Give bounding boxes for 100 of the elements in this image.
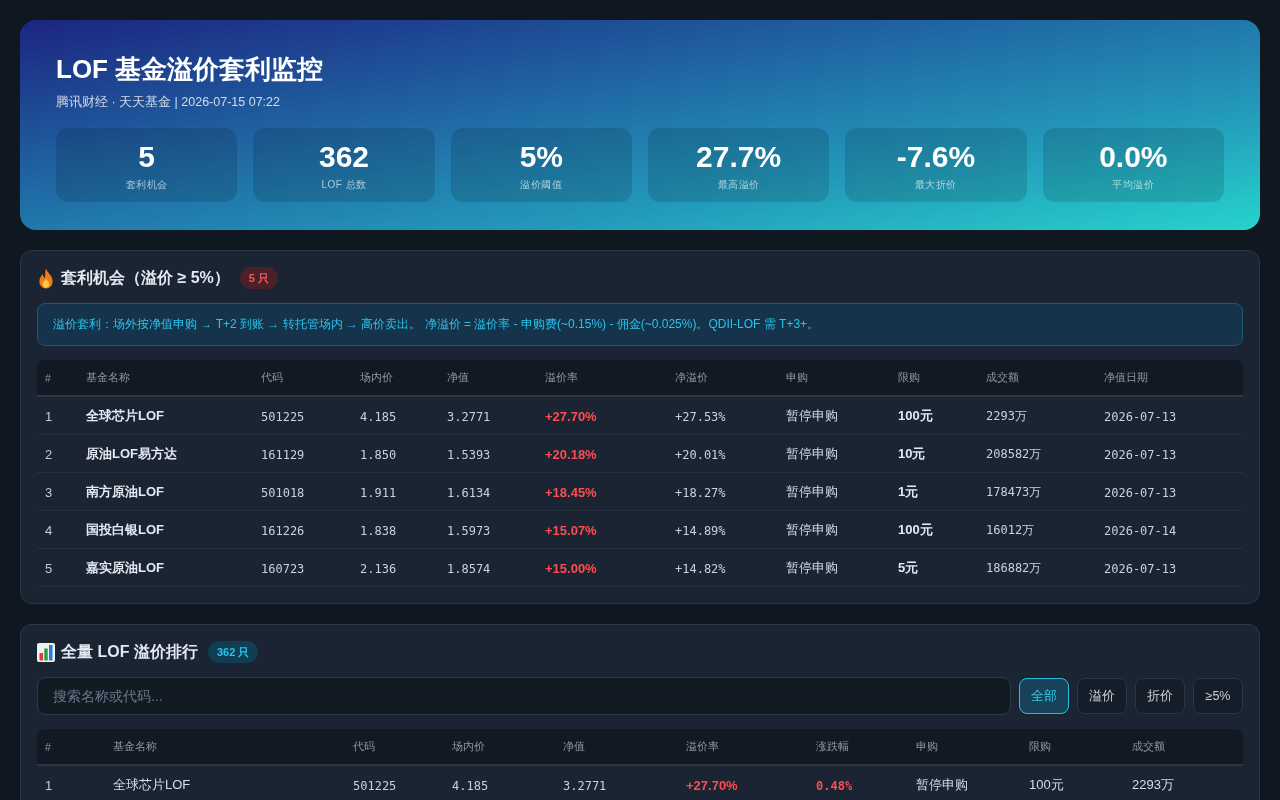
column-header: 代码 (353, 739, 375, 752)
table-cell: 全球芯片LOF (113, 777, 191, 792)
table-cell: 暂停申购 (786, 522, 838, 537)
column-header: 场内价 (360, 370, 393, 383)
column-header: 代码 (261, 370, 283, 383)
column-header: 场内价 (452, 739, 485, 752)
table-cell: +15.07% (545, 522, 597, 538)
table-cell: +27.70% (545, 408, 597, 424)
table-cell: 嘉实原油LOF (86, 560, 164, 575)
column-header: 基金名称 (86, 370, 130, 383)
table-cell: 3.2771 (563, 778, 607, 793)
page-subtitle: 腾讯财经 · 天天基金 | 2026-07-15 07:22 (56, 94, 281, 111)
table-cell: 501225 (353, 778, 397, 793)
column-header: 溢价率 (545, 370, 578, 383)
table-cell: 2293万 (1132, 777, 1174, 792)
column-header: 净值 (563, 739, 585, 752)
stat-value: 5% (518, 139, 564, 175)
page-title: LOF 基金溢价套利监控 (56, 53, 325, 85)
table-cell: 1.850 (360, 447, 397, 462)
column-header: 净溢价 (675, 370, 708, 383)
table-cell: 2.136 (360, 561, 397, 576)
table-cell: 3.2771 (447, 409, 491, 424)
table-cell: 1.6134 (447, 485, 491, 500)
filter-button[interactable]: ≥5% (1193, 678, 1243, 714)
fire-icon (37, 267, 55, 289)
table-cell: 100元 (898, 408, 933, 423)
table-cell: 暂停申购 (786, 446, 838, 461)
table-cell: 100元 (1029, 777, 1064, 792)
column-header: # (45, 371, 51, 384)
column-header: 限购 (1029, 739, 1051, 752)
table-cell: 501018 (261, 485, 305, 500)
table-cell: 2026-07-13 (1104, 409, 1177, 424)
table-cell: 暂停申购 (916, 777, 968, 792)
table-cell: 1.8574 (447, 561, 491, 576)
table-cell: 全球芯片LOF (86, 408, 164, 423)
table-cell: +20.18% (545, 446, 597, 462)
column-header: 涨跌幅 (816, 739, 849, 752)
table-cell: 1元 (898, 484, 919, 499)
column-header: 申购 (786, 370, 808, 383)
column-header: # (45, 740, 51, 753)
section-title: 全量 LOF 溢价排行 (61, 642, 198, 662)
table-cell: 1.911 (360, 485, 397, 500)
column-header: 成交额 (986, 370, 1019, 383)
search-field[interactable]: 搜索名称或代码... (37, 677, 1011, 715)
count-badge: 362 只 (207, 641, 259, 663)
table-cell: 16012万 (986, 523, 1035, 537)
table-cell: +18.45% (545, 484, 597, 500)
stat-label: 最高溢价 (716, 178, 761, 192)
table-cell: 1.5393 (447, 447, 491, 462)
table-cell: 国投白银LOF (86, 522, 164, 537)
table-cell: 4 (45, 522, 53, 538)
table-cell: 0.48% (816, 778, 853, 793)
bar-chart-icon (37, 642, 55, 662)
stat-value: 362 (317, 139, 370, 175)
stat-value: 0.0% (1098, 139, 1169, 175)
table-cell: +18.27% (675, 485, 726, 500)
table-cell: 1 (45, 777, 53, 793)
stat-value: -7.6% (895, 139, 977, 175)
table-cell: +27.70% (686, 777, 738, 793)
stat-label: 最大折价 (914, 178, 958, 192)
table-cell: 100元 (898, 522, 933, 537)
table-cell: 暂停申购 (786, 408, 838, 423)
table-cell: 5 (45, 560, 53, 576)
table-cell: 161226 (261, 523, 305, 538)
filter-button[interactable]: 全部 (1019, 678, 1069, 714)
stat-value: 5 (137, 139, 156, 175)
table-cell: 原油LOF易方达 (86, 446, 177, 461)
filter-button[interactable]: 折价 (1135, 678, 1185, 714)
column-header: 溢价率 (686, 739, 719, 752)
table-cell: 178473万 (986, 485, 1042, 499)
table-cell: 1 (45, 408, 53, 424)
table-cell: 10元 (898, 446, 926, 461)
table-cell: +15.00% (545, 560, 597, 576)
table-cell: 暂停申购 (786, 484, 838, 499)
table-cell: 4.185 (360, 409, 397, 424)
table-cell: 501225 (261, 409, 305, 424)
table-cell: 2 (45, 446, 53, 462)
table-cell: +20.01% (675, 447, 726, 462)
table-cell: 2026-07-14 (1104, 523, 1177, 538)
column-header: 净值 (447, 370, 469, 383)
table-cell: +14.89% (675, 523, 726, 538)
filter-button[interactable]: 溢价 (1077, 678, 1127, 714)
table-cell: 2026-07-13 (1104, 447, 1177, 462)
column-header: 申购 (916, 739, 938, 752)
count-badge: 5 只 (239, 267, 278, 289)
info-note: 溢价套利：场外按净值申购 → T+2 到账 → 转托管场内 → 高价卖出。 净溢价 = 溢价率 - 申购费(~0.15%) - 佣金(~0.025%)。QDII-LOF 需 T+3+。 (37, 303, 1243, 346)
table-cell: 2026-07-13 (1104, 485, 1177, 500)
table-cell: 暂停申购 (786, 560, 838, 575)
table-cell: 3 (45, 484, 53, 500)
column-header: 净值日期 (1104, 370, 1148, 383)
section-title: 套利机会（溢价 ≥ 5%） (61, 268, 230, 288)
table-cell: 南方原油LOF (86, 484, 164, 499)
table-cell: +27.53% (675, 409, 726, 424)
table-cell: 1.838 (360, 523, 397, 538)
column-header: 基金名称 (113, 739, 157, 752)
stat-label: 溢价阈值 (519, 178, 564, 192)
table-cell: 208582万 (986, 447, 1042, 461)
table-cell: 160723 (261, 561, 305, 576)
table-cell: 4.185 (452, 778, 489, 793)
table-cell: 5元 (898, 560, 919, 575)
